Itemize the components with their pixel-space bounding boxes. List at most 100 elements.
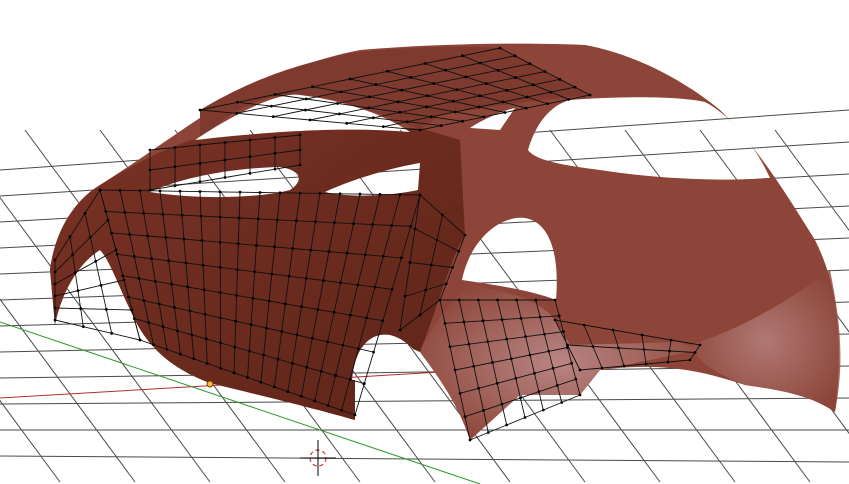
mesh-vertex (534, 298, 538, 302)
mesh-vertex (138, 338, 142, 342)
mesh-vertex (283, 302, 287, 306)
mesh-vertex (693, 351, 697, 354)
mesh-vertex (386, 69, 389, 73)
mesh-vertex (453, 368, 457, 372)
mesh-vertex (457, 298, 461, 302)
mesh-vertex (340, 408, 343, 412)
mesh-vertex (246, 376, 249, 379)
mesh-vertex (578, 368, 582, 372)
mesh-vertex (688, 358, 692, 362)
mesh-vertex (669, 338, 673, 342)
mesh-vertex (256, 217, 260, 221)
mesh-vertex (248, 155, 252, 159)
mesh-vertex (528, 353, 532, 357)
mesh-vertex (622, 364, 626, 368)
mesh-vertex (184, 261, 188, 265)
viewport-canvas[interactable] (0, 0, 849, 484)
mesh-vertex (313, 399, 317, 403)
mesh-vertex (409, 225, 413, 228)
mesh-vertex (122, 278, 126, 282)
mesh-vertex (218, 240, 222, 244)
mesh-vertex (319, 369, 323, 373)
mesh-vertex (429, 263, 433, 267)
mesh-vertex (167, 259, 171, 263)
mesh-vertex (557, 314, 561, 318)
mesh-vertex (114, 248, 118, 252)
mesh-vertex (332, 310, 336, 314)
mesh-vertex (327, 250, 331, 254)
mesh-vertex (668, 349, 671, 353)
mesh-vertex (304, 97, 308, 101)
mesh-vertex (381, 254, 385, 258)
mesh-vertex (484, 82, 488, 86)
mesh-vertex (365, 316, 369, 320)
mesh-vertex (477, 105, 481, 109)
mesh-vertex (461, 54, 464, 58)
mesh-vertex (491, 361, 494, 364)
mesh-vertex (538, 315, 542, 319)
mesh-vertex (558, 77, 562, 81)
mesh-vertex (496, 68, 500, 72)
mesh-vertex (467, 342, 471, 346)
mesh-vertex (444, 282, 448, 286)
3d-viewport[interactable] (0, 0, 849, 484)
mesh-vertex (444, 68, 447, 72)
mesh-vertex (482, 115, 486, 119)
mesh-vertex (371, 223, 374, 226)
mesh-vertex (223, 141, 227, 144)
mesh-vertex (500, 402, 504, 406)
mesh-vertex (273, 167, 277, 171)
mesh-vertex (418, 128, 422, 132)
mesh-vertex (481, 319, 485, 323)
mesh-vertex (190, 333, 194, 337)
mesh-vertex (219, 341, 222, 345)
mesh-vertex (418, 193, 422, 197)
mesh-vertex (81, 325, 85, 329)
mesh-vertex (519, 396, 522, 400)
mesh-vertex (127, 295, 130, 299)
mesh-vertex (253, 270, 257, 274)
mesh-vertex (248, 138, 252, 142)
mesh-vertex (352, 222, 355, 226)
mesh-vertex (333, 221, 336, 225)
mesh-vertex (173, 146, 177, 149)
mesh-vertex (298, 133, 302, 137)
mesh-vertex (200, 239, 204, 243)
mesh-vertex (461, 119, 464, 123)
mesh-vertex (173, 165, 177, 169)
mesh-vertex (264, 326, 268, 330)
mesh-vertex (396, 100, 400, 104)
object-origin[interactable] (206, 380, 214, 388)
mesh-vertex (439, 124, 443, 128)
mesh-vertex (464, 75, 468, 79)
mesh-vertex (413, 227, 417, 231)
mesh-vertex (578, 393, 582, 397)
mesh-vertex (115, 252, 119, 256)
mesh-vertex (295, 333, 299, 337)
mesh-vertex (358, 192, 362, 196)
mesh-vertex (235, 294, 239, 297)
mesh-vertex (99, 283, 103, 287)
mesh-vertex (161, 212, 165, 216)
mesh-vertex (356, 347, 360, 351)
mesh-vertex (561, 330, 565, 334)
mesh-vertex (495, 381, 499, 385)
mesh-vertex (132, 317, 136, 320)
mesh-vertex (218, 190, 222, 194)
mesh-vertex (198, 190, 202, 193)
mesh-vertex (235, 111, 239, 115)
grid-line (0, 455, 849, 463)
mesh-vertex (247, 349, 251, 353)
mesh-vertex (128, 233, 131, 236)
mesh-vertex (198, 180, 202, 184)
mesh-vertex (308, 118, 312, 122)
mesh-vertex (180, 213, 184, 217)
mesh-vertex (374, 83, 378, 86)
mesh-vertex (337, 112, 341, 116)
3d-cursor[interactable] (300, 440, 336, 476)
mesh-vertex (338, 192, 342, 196)
mesh-vertex (400, 256, 403, 260)
grid-line (0, 397, 849, 405)
mesh-vertex (304, 276, 308, 280)
mesh-vertex (496, 298, 499, 302)
